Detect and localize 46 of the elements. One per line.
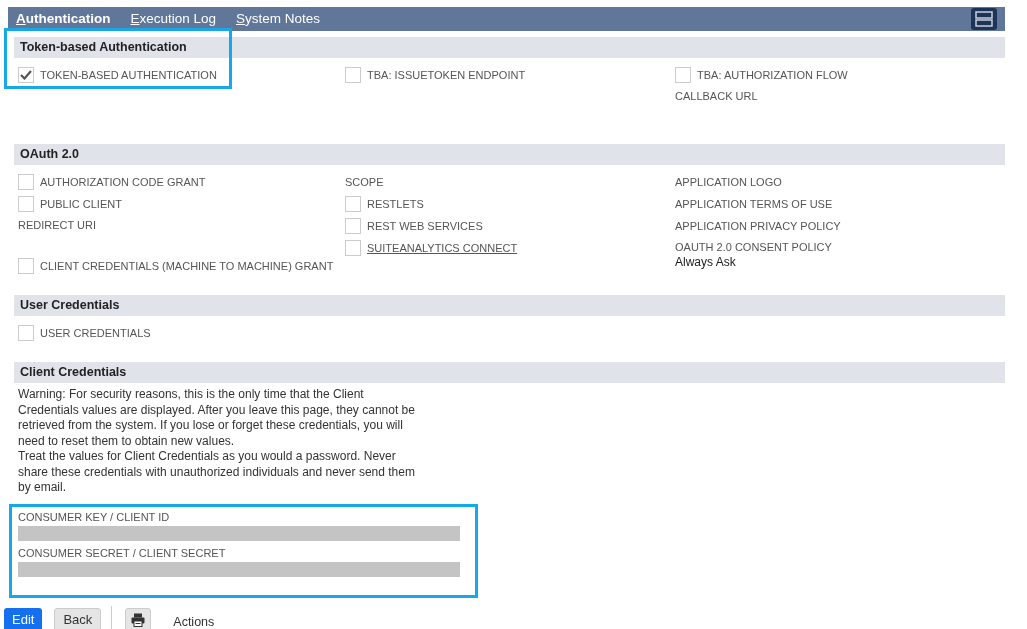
field-label: REDIRECT URI	[18, 219, 98, 231]
checkbox[interactable]	[345, 218, 361, 234]
checkbox-label: CLIENT CREDENTIALS (MACHINE TO MACHINE) GRANT	[40, 260, 334, 272]
checkbox[interactable]	[18, 67, 34, 83]
section-header: Token-based Authentication	[14, 37, 1005, 58]
field-label: APPLICATION TERMS OF USE	[675, 198, 833, 210]
checkbox-label: USER CREDENTIALS	[40, 327, 151, 339]
checkbox[interactable]	[345, 196, 361, 212]
checkbox[interactable]	[345, 67, 361, 83]
actions-menu[interactable]: Actions	[173, 614, 215, 629]
field-link[interactable]: SUITEANALYTICS CONNECT	[367, 242, 518, 254]
checkbox-label: TBA: ISSUETOKEN ENDPOINT	[367, 69, 526, 81]
checkbox-label: REST WEB SERVICES	[367, 220, 483, 232]
section-header: OAuth 2.0	[14, 144, 1005, 165]
field-label: OAUTH 2.0 CONSENT POLICY	[675, 241, 833, 253]
back-button[interactable]: Back	[54, 607, 102, 629]
checkbox-label: AUTHORIZATION CODE GRANT	[40, 176, 206, 188]
field-label: APPLICATION LOGO	[675, 176, 782, 188]
field-value: Always Ask	[675, 255, 737, 269]
checkbox[interactable]	[18, 174, 34, 190]
print-icon	[131, 612, 146, 627]
checkbox[interactable]	[18, 325, 34, 341]
edit-button[interactable]: Edit	[4, 607, 43, 629]
checkbox-label: RESTLETS	[367, 198, 424, 210]
section-header: Client Credentials	[14, 362, 1005, 383]
tab[interactable]: Execution Log	[130, 7, 217, 31]
field-label: CONSUMER SECRET / CLIENT SECRET	[18, 546, 227, 559]
tab[interactable]: System Notes	[236, 7, 321, 31]
field-label: APPLICATION PRIVACY POLICY	[675, 220, 841, 232]
field-label: CONSUMER KEY / CLIENT ID	[18, 510, 171, 523]
tab[interactable]: Authentication	[16, 7, 111, 31]
rows-icon	[975, 11, 993, 27]
checkbox[interactable]	[18, 258, 34, 274]
print-button[interactable]	[125, 607, 152, 629]
field-label: SCOPE	[345, 176, 384, 188]
warning-text: Warning: For security reasons, this is the only time that the Client Credentials values are displayed. After you leave this page, they cannot be retrieved from the system. If you lose or forget these credentials, you will need to reset them to obtain new values.	[18, 387, 416, 449]
field-label: CALLBACK URL	[675, 90, 759, 102]
checkbox-label: TBA: AUTHORIZATION FLOW	[697, 69, 848, 81]
checkbox[interactable]	[675, 67, 691, 83]
checkbox-label: PUBLIC CLIENT	[40, 198, 122, 210]
checkbox-label: TOKEN-BASED AUTHENTICATION	[40, 69, 217, 81]
warning-text: Treat the values for Client Credentials as you would a password. Never share these credentials with unauthorized individuals and never send them by email.	[18, 449, 416, 496]
checkbox[interactable]	[18, 196, 34, 212]
section-header: User Credentials	[14, 295, 1005, 316]
layout-toggle-button[interactable]	[971, 8, 997, 30]
checkbox[interactable]	[345, 240, 361, 256]
